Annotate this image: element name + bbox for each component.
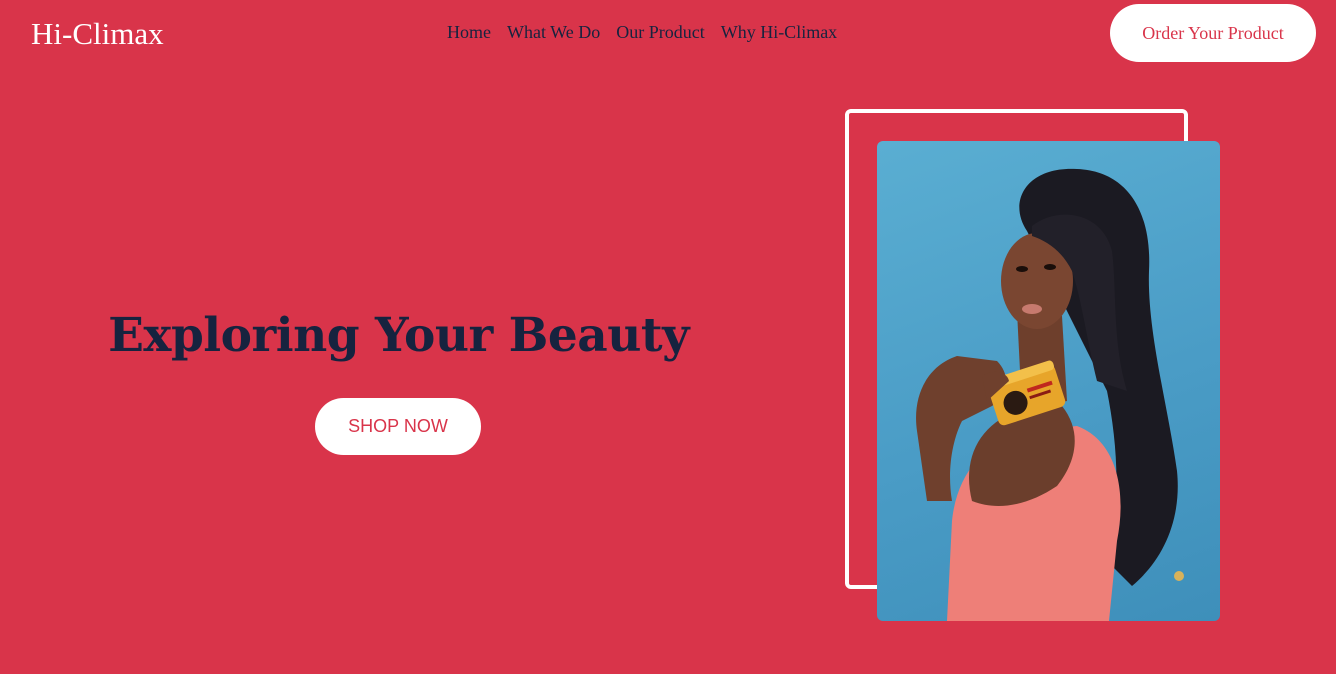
nav-link-why-hi-climax[interactable]: Why Hi-Climax (721, 20, 837, 44)
site-logo[interactable]: Hi-Climax (31, 14, 164, 54)
nav-link-what-we-do[interactable]: What We Do (507, 20, 600, 44)
nav-link-our-product[interactable]: Our Product (616, 20, 705, 44)
hero-model-photo (877, 141, 1220, 621)
nav-link-home[interactable]: Home (447, 20, 491, 44)
order-product-button[interactable]: Order Your Product (1110, 4, 1316, 62)
hero-title: Exploring Your Beauty (108, 308, 689, 363)
shop-now-button[interactable]: SHOP NOW (315, 398, 481, 455)
main-nav: Home What We Do Our Product Why Hi-Clima… (447, 20, 837, 44)
